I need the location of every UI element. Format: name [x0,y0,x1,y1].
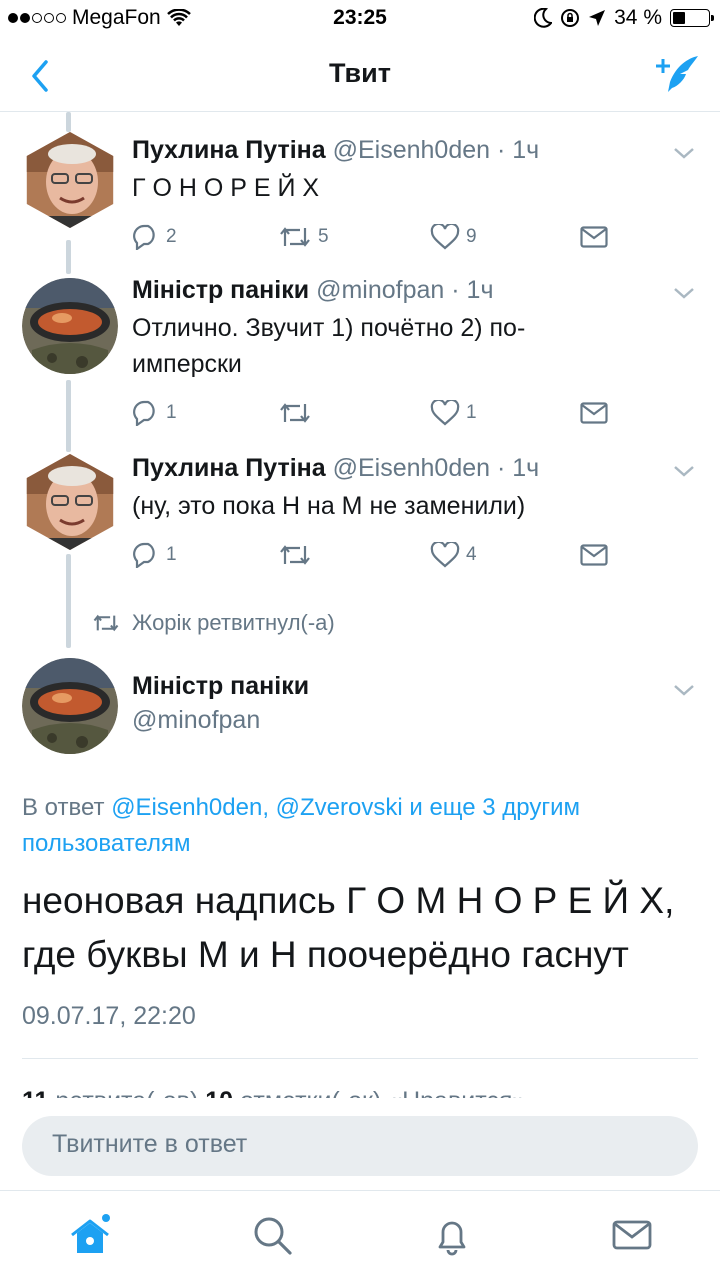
retweets-count: 11 [22,1087,48,1098]
tweet-header: Пухлина Путіна @Eisenh0den · 1ч [132,454,539,483]
retweet-button[interactable]: 5 [278,224,329,250]
compose-tweet-icon[interactable] [654,52,702,96]
retweets-label: ретвита(-ов) [48,1087,205,1098]
retweet-icon [280,227,310,247]
divider [22,1058,698,1059]
retweet-icon [93,614,119,632]
status-right: 34 % [534,6,714,30]
message-icon[interactable] [580,544,608,566]
like-count: 4 [466,544,477,565]
thread-tweet[interactable]: Міністр паніки @minofpan · 1ч Отлично. З… [0,262,720,442]
retweet-button[interactable] [278,400,318,426]
reply-icon [133,224,155,250]
main-tweet-timestamp: 09.07.17, 22:20 [22,1002,196,1030]
avatar[interactable] [22,132,118,228]
page-title: Твит [329,58,391,88]
search-icon[interactable] [250,1213,294,1257]
author-handle[interactable]: @Eisenh0den [333,136,490,164]
chevron-down-icon[interactable] [672,285,696,301]
retweeted-by[interactable]: Жорік ретвитнул(-а) [92,610,335,636]
like-icon [430,224,460,250]
main-tweet-text: неоновая надпись Г О М Н О Р Е Й Х, где … [22,880,675,975]
like-button[interactable]: 9 [430,224,477,250]
tweet-time: · 1ч [497,454,540,482]
tweet-time: · 1ч [451,276,494,304]
main-author-handle[interactable]: @minofpan [132,706,260,735]
like-button[interactable]: 4 [430,542,477,568]
notifications-icon[interactable] [430,1213,474,1257]
reply-count: 1 [166,402,177,423]
reply-count: 2 [166,226,177,247]
reply-input[interactable]: Твитните в ответ [22,1116,698,1176]
likes-count: 10 [205,1087,233,1098]
battery-fill [673,12,685,24]
like-icon [430,542,460,568]
chevron-down-icon[interactable] [672,463,696,479]
thread-tweet[interactable]: Пухлина Путіна @Eisenh0den · 1ч (ну, это… [0,442,720,582]
like-button[interactable]: 1 [430,400,477,426]
author-name[interactable]: Пухлина Путіна [132,454,326,482]
retweeted-by-label: Жорік ретвитнул(-а) [132,610,335,635]
tweet-stats[interactable]: 11 ретвита(-ов) 10 отметки(-ок) «Нравитс… [22,1084,702,1098]
chevron-down-icon[interactable] [672,145,696,161]
reply-prefix: В ответ [22,794,112,821]
avatar[interactable] [22,658,118,754]
location-icon [589,10,606,26]
avatar[interactable] [22,278,118,374]
battery-icon [670,9,714,27]
tweet-text: Отлично. Звучит 1) почётно 2) по-имперск… [132,314,526,378]
battery-percent: 34 % [614,6,662,29]
like-count: 9 [466,226,477,247]
reply-context: В ответ @Eisenh0den, @Zverovski и еще 3 … [22,790,702,862]
like-count: 1 [466,402,477,423]
tweet-actions: 2 5 9 [132,224,612,254]
reply-button[interactable]: 1 [132,542,177,568]
author-name[interactable]: Міністр паніки [132,276,309,304]
home-icon[interactable] [68,1213,112,1257]
retweet-button[interactable] [278,542,318,568]
reply-button[interactable]: 2 [132,224,177,250]
reply-count: 1 [166,544,177,565]
tweet-header: Пухлина Путіна @Eisenh0den · 1ч [132,136,539,165]
reply-icon [133,542,155,568]
message-icon[interactable] [580,226,608,248]
reply-icon [133,400,155,426]
nav-bar: Твит [0,38,720,112]
tweet-text: (ну, это пока Н на М не заменили) [132,492,526,520]
reply-placeholder: Твитните в ответ [52,1130,248,1158]
retweet-icon [280,545,310,565]
status-bar: MegaFon 23:25 34 % [0,0,720,38]
retweet-count: 5 [318,226,329,247]
likes-label: отметки(-ок) «Нравится» [233,1087,526,1098]
tweet-actions: 1 4 [132,542,612,572]
chevron-down-icon[interactable] [672,682,696,698]
tweet-header: Міністр паніки @minofpan · 1ч [132,276,493,305]
tab-bar [0,1190,720,1280]
author-handle[interactable]: @Eisenh0den [333,454,490,482]
moon-icon [534,8,553,28]
rotation-lock-icon [561,9,580,27]
like-icon [430,400,460,426]
reply-button[interactable]: 1 [132,400,177,426]
message-icon[interactable] [580,402,608,424]
avatar[interactable] [22,454,118,550]
messages-icon[interactable] [610,1213,654,1257]
tweet-text: Г О Н О Р Е Й Х [132,174,320,202]
tweet-actions: 1 1 [132,400,612,430]
thread-tweet[interactable]: Пухлина Путіна @Eisenh0den · 1ч Г О Н О … [0,112,720,262]
author-handle[interactable]: @minofpan [316,276,444,304]
main-author-name[interactable]: Міністр паніки [132,672,309,701]
author-name[interactable]: Пухлина Путіна [132,136,326,164]
tweet-time: · 1ч [497,136,540,164]
retweet-icon [280,403,310,423]
